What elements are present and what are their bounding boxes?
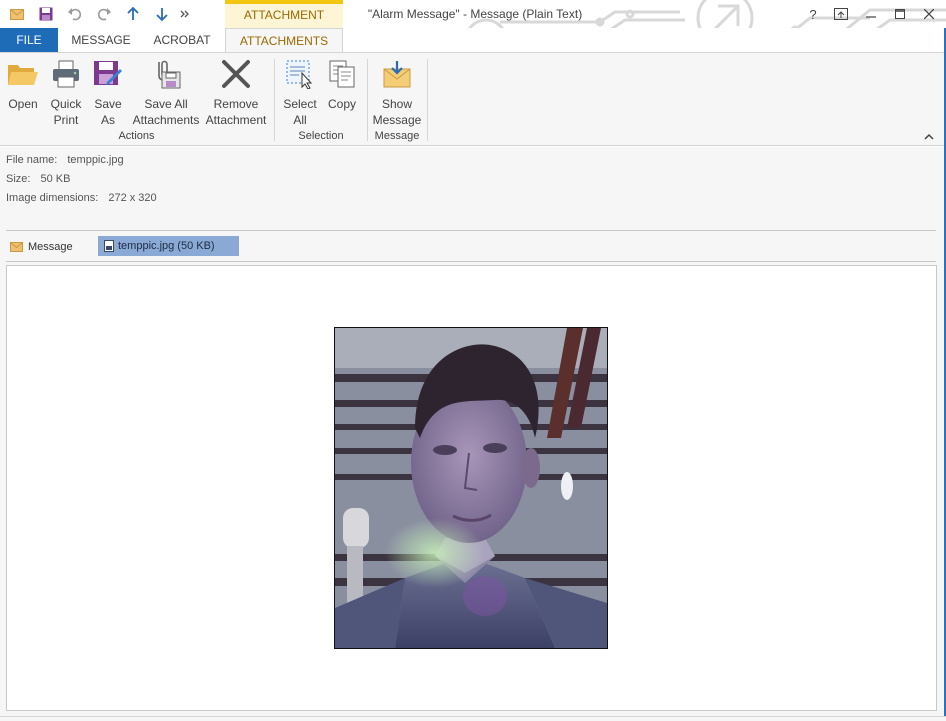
remove-x-icon <box>222 60 250 88</box>
file-size-row: Size: 50 KB <box>6 173 70 185</box>
title-bar: ATTACHMENT TOOLS "Alarm Message" - Messa… <box>0 0 946 28</box>
file-name-value: temppic.jpg <box>67 154 124 166</box>
save-all-label-line2: Attachments <box>132 113 200 127</box>
quick-print-label-line1: Quick <box>50 97 82 111</box>
file-name-row: File name: temppic.jpg <box>6 154 124 166</box>
file-name-label: File name: <box>6 154 58 166</box>
show-message-label-line2: Message <box>372 113 422 127</box>
status-bar-strip <box>0 716 946 721</box>
divider <box>6 230 936 231</box>
quick-print-button[interactable]: Quick Print <box>46 57 86 129</box>
message-attachment-item[interactable]: Message <box>10 238 73 256</box>
minimize-button[interactable] <box>856 0 886 28</box>
ribbon: Open Quick Print Save As Save All Attach… <box>0 52 946 146</box>
attachment-preview-pane <box>6 265 937 711</box>
attachment-photo <box>334 327 608 649</box>
image-dimensions-row: Image dimensions: 272 x 320 <box>6 192 157 204</box>
copy-label: Copy <box>327 97 356 111</box>
close-icon <box>924 9 934 19</box>
select-all-label-line1: Select <box>283 97 317 111</box>
copy-icon <box>329 60 355 88</box>
selection-group-label: Selection <box>298 130 344 142</box>
envelope-icon[interactable] <box>6 4 28 24</box>
group-separator <box>427 59 428 141</box>
image-attachment-label: temppic.jpg (50 KB) <box>118 240 215 252</box>
window-title: "Alarm Message" - Message (Plain Text) <box>367 7 583 21</box>
more-icon[interactable] <box>174 4 196 24</box>
envelope-icon <box>10 242 23 252</box>
save-as-label-line2: As <box>100 113 115 127</box>
divider <box>6 261 936 262</box>
remove-label-line2: Attachment <box>205 113 267 127</box>
save-all-attachments-icon <box>158 60 181 89</box>
show-message-button[interactable]: Show Message <box>370 57 424 129</box>
redo-icon[interactable] <box>93 4 115 24</box>
help-button[interactable]: ? <box>798 0 828 28</box>
close-button[interactable] <box>914 0 944 28</box>
save-as-button[interactable]: Save As <box>90 57 126 129</box>
remove-attachment-button[interactable]: Remove Attachment <box>203 57 269 129</box>
select-all-button[interactable]: Select All <box>280 57 320 129</box>
file-size-label: Size: <box>6 173 31 185</box>
actions-group-label: Actions <box>118 130 155 142</box>
file-size-value: 50 KB <box>40 173 71 185</box>
folder-icon <box>8 65 38 85</box>
attachment-bar: Message temppic.jpg (50 KB) <box>0 234 946 260</box>
show-message-icon <box>383 61 411 88</box>
maximize-icon <box>895 9 905 19</box>
open-button[interactable]: Open <box>4 57 42 129</box>
ribbon-display-icon <box>834 8 848 20</box>
undo-icon[interactable] <box>64 4 86 24</box>
chevron-up-icon <box>924 133 934 140</box>
tab-attachments[interactable]: ATTACHMENTS <box>225 28 343 54</box>
save-icon[interactable] <box>35 4 57 24</box>
open-label: Open <box>8 97 38 111</box>
select-all-label-line2: All <box>293 113 307 127</box>
image-dimensions-value: 272 x 320 <box>108 192 157 204</box>
copy-button[interactable]: Copy <box>324 57 360 129</box>
save-as-label-line1: Save <box>94 97 122 111</box>
tab-message[interactable]: MESSAGE <box>60 28 142 53</box>
save-as-icon <box>94 61 122 85</box>
tab-file[interactable]: FILE <box>0 28 58 53</box>
message-attachment-label: Message <box>28 241 73 253</box>
save-all-attachments-button[interactable]: Save All Attachments <box>130 57 202 129</box>
group-separator <box>274 59 275 141</box>
save-all-label-line1: Save All <box>144 97 188 111</box>
show-message-label-line1: Show <box>381 97 412 111</box>
printer-icon <box>53 60 79 88</box>
image-dimensions-label: Image dimensions: <box>6 192 99 204</box>
image-attachment-item[interactable]: temppic.jpg (50 KB) <box>98 236 239 256</box>
remove-label-line1: Remove <box>213 97 259 111</box>
tab-acrobat[interactable]: ACROBAT <box>142 28 222 53</box>
up-arrow-icon[interactable] <box>122 4 144 24</box>
minimize-icon <box>866 16 876 18</box>
group-separator <box>367 59 368 141</box>
collapse-ribbon-button[interactable] <box>922 130 936 144</box>
select-all-icon <box>286 60 313 89</box>
ribbon-display-options-button[interactable] <box>826 0 856 28</box>
down-arrow-icon[interactable] <box>151 4 173 24</box>
ribbon-tab-strip: FILE MESSAGE ACROBAT ATTACHMENTS <box>0 28 946 54</box>
quick-print-label-line2: Print <box>53 113 79 127</box>
context-tab-label: ATTACHMENT TOOLS <box>225 0 343 28</box>
image-file-icon <box>104 240 114 252</box>
maximize-button[interactable] <box>885 0 915 28</box>
message-group-label: Message <box>374 130 420 142</box>
